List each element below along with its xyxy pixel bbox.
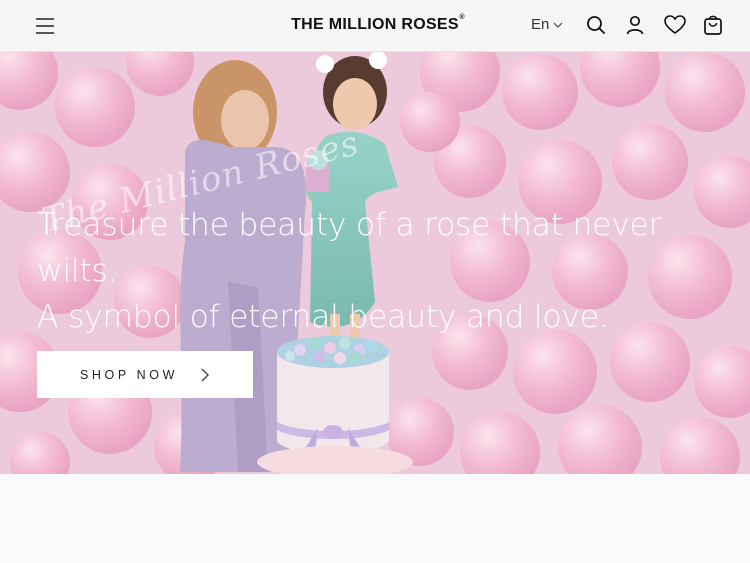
site-header: THE MILLION ROSES ® En (0, 0, 750, 52)
shop-now-label: SHOP NOW (79, 367, 179, 382)
hero-headline-line-2: A symbol of eternal beauty and love. (37, 299, 609, 335)
chevron-right-icon (201, 368, 210, 381)
language-selector[interactable]: En (531, 16, 563, 33)
search-icon[interactable] (585, 14, 607, 36)
logo-registered-mark: ® (459, 14, 465, 21)
chevron-down-icon (553, 22, 563, 28)
logo-text: THE MILLION ROSES (291, 16, 459, 33)
hero-banner: The Million Roses Treasure the beauty of… (0, 52, 750, 474)
shop-now-button[interactable]: SHOP NOW (37, 351, 253, 398)
account-icon[interactable] (624, 14, 646, 36)
shopping-bag-icon[interactable] (702, 14, 724, 36)
hero-headline: Treasure the beauty of a rose that never… (37, 202, 737, 340)
content-area (0, 474, 750, 563)
language-label: En (531, 16, 550, 33)
heart-icon[interactable] (663, 14, 687, 36)
hero-headline-line-1: Treasure the beauty of a rose that never… (37, 207, 662, 289)
